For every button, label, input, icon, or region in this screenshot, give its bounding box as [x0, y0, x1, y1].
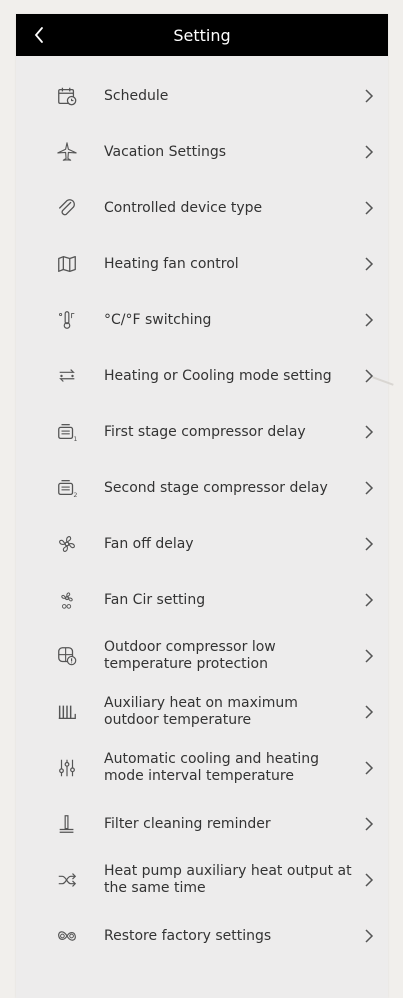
- calendar-clock-icon: [56, 85, 78, 107]
- chevron-right-icon: [362, 255, 376, 273]
- settings-item-first-stage-compressor-delay[interactable]: 1 First stage compressor delay: [16, 404, 388, 460]
- settings-item-outdoor-compressor-protection[interactable]: Outdoor compressor low temperature prote…: [16, 628, 388, 684]
- settings-item-label: Outdoor compressor low temperature prote…: [104, 639, 276, 672]
- chevron-right-icon: [362, 703, 376, 721]
- chevron-right-icon: [362, 591, 376, 609]
- settings-item-auto-mode-interval[interactable]: Automatic cooling and heating mode inter…: [16, 740, 388, 796]
- settings-item-label: Vacation Settings: [104, 143, 227, 160]
- settings-item-label: Heating fan control: [104, 255, 239, 272]
- chevron-right-icon: [362, 479, 376, 497]
- settings-item-controlled-device-type[interactable]: Controlled device type: [16, 180, 388, 236]
- settings-item-label: First stage compressor delay: [104, 423, 306, 440]
- settings-item-filter-reminder[interactable]: Filter cleaning reminder: [16, 796, 388, 852]
- settings-item-vacation[interactable]: Vacation Settings: [16, 124, 388, 180]
- settings-item-heating-fan-control[interactable]: Heating fan control: [16, 236, 388, 292]
- filter-icon: [56, 813, 78, 835]
- chevron-right-icon: [362, 815, 376, 833]
- settings-item-label: Heating or Cooling mode setting: [104, 367, 332, 384]
- settings-item-label: Controlled device type: [104, 199, 263, 216]
- settings-item-label: Auxiliary heat on maximum outdoor temper…: [104, 695, 298, 728]
- settings-item-heating-cooling-mode[interactable]: Heating or Cooling mode setting: [16, 348, 388, 404]
- restore-icon: [56, 925, 78, 947]
- settings-item-fan-off-delay[interactable]: Fan off delay: [16, 516, 388, 572]
- page-title: Setting: [173, 25, 231, 45]
- chevron-right-icon: [362, 311, 376, 329]
- compressor-2-icon: 2: [56, 477, 78, 499]
- settings-item-second-stage-compressor-delay[interactable]: 2 Second stage compressor delay: [16, 460, 388, 516]
- chevron-right-icon: [362, 871, 376, 889]
- chevron-right-icon: [362, 927, 376, 945]
- chevron-right-icon: [362, 535, 376, 553]
- radiator-icon: [56, 701, 78, 723]
- map-icon: [56, 253, 78, 275]
- settings-item-label: Fan off delay: [104, 535, 194, 552]
- chevron-right-icon: [362, 199, 376, 217]
- shuffle-icon: [56, 869, 78, 891]
- back-button[interactable]: [28, 23, 50, 47]
- settings-item-label: Fan Cir setting: [104, 591, 206, 608]
- compressor-1-icon: 1: [56, 421, 78, 443]
- thermometer-icon: [56, 309, 78, 331]
- settings-item-fan-cir-setting[interactable]: Fan Cir setting: [16, 572, 388, 628]
- paperclip-icon: [56, 197, 78, 219]
- header-bar: Setting: [16, 14, 388, 56]
- settings-item-temperature-unit[interactable]: °C/°F switching: [16, 292, 388, 348]
- svg-text:1: 1: [73, 435, 77, 443]
- chevron-left-icon: [34, 27, 43, 43]
- chevron-right-icon: [362, 87, 376, 105]
- fan-circulate-icon: [56, 589, 78, 611]
- settings-item-schedule[interactable]: Schedule: [16, 68, 388, 124]
- fan-icon: [56, 533, 78, 555]
- outdoor-compressor-icon: [56, 645, 78, 667]
- chevron-right-icon: [362, 143, 376, 161]
- settings-item-heat-pump-aux-output[interactable]: Heat pump auxiliary heat output at the s…: [16, 852, 388, 908]
- settings-item-label: Restore factory settings: [104, 927, 272, 944]
- chevron-right-icon: [362, 759, 376, 777]
- airplane-icon: [56, 141, 78, 163]
- settings-item-label: Filter cleaning reminder: [104, 815, 271, 832]
- settings-item-label: °C/°F switching: [104, 311, 212, 328]
- chevron-right-icon: [362, 423, 376, 441]
- settings-item-label: Schedule: [104, 87, 169, 104]
- settings-item-auxiliary-heat-max-temp[interactable]: Auxiliary heat on maximum outdoor temper…: [16, 684, 388, 740]
- mode-switch-icon: [56, 365, 78, 387]
- svg-text:2: 2: [73, 491, 77, 499]
- settings-item-label: Heat pump auxiliary heat output at the s…: [104, 863, 352, 896]
- settings-item-label: Automatic cooling and heating mode inter…: [104, 751, 320, 784]
- settings-item-restore-factory[interactable]: Restore factory settings: [16, 908, 388, 964]
- sliders-icon: [56, 757, 78, 779]
- settings-item-label: Second stage compressor delay: [104, 479, 328, 496]
- settings-screen: Setting Schedule Vacation Settings Contr…: [16, 14, 388, 998]
- chevron-right-icon: [362, 647, 376, 665]
